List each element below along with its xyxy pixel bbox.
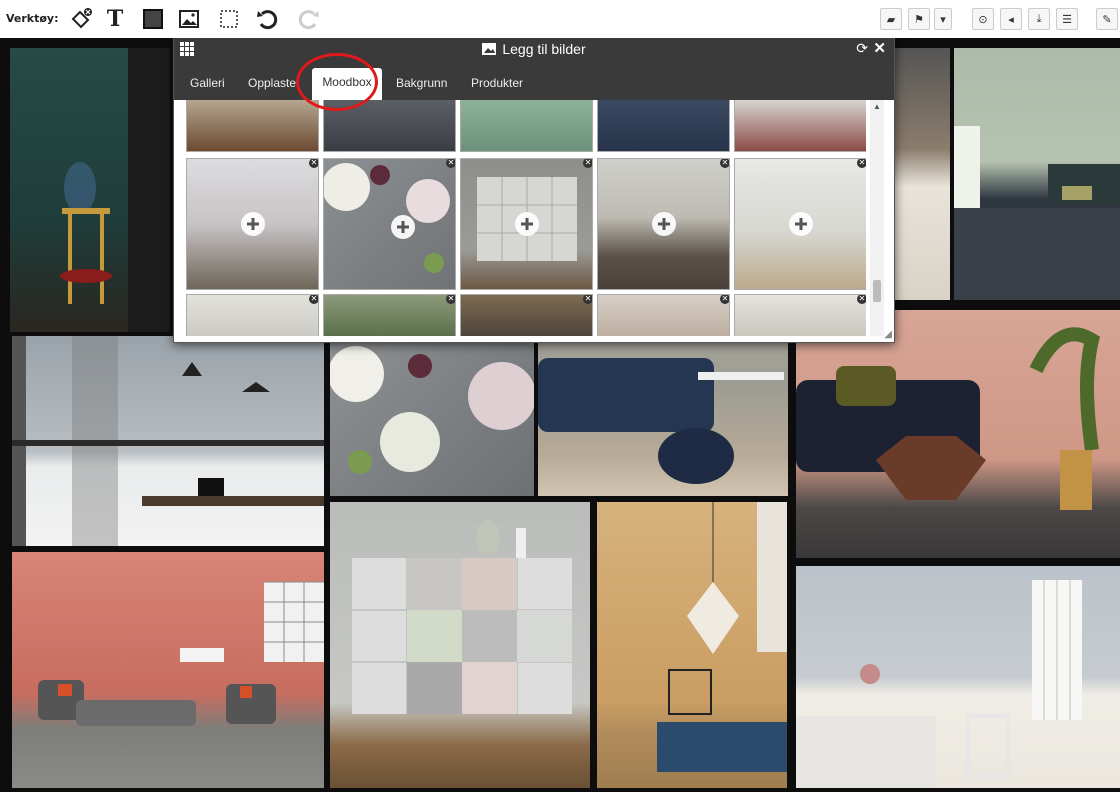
flag-icon[interactable]: ⚑ (908, 8, 930, 30)
download-icon[interactable]: ⤓ (1028, 8, 1050, 30)
add-images-dialog: Legg til bilder ⟳ ✕ Galleri Opplaste Moo… (173, 38, 895, 343)
remove-icon[interactable]: ✕ (309, 295, 318, 304)
open-folder-icon[interactable]: ▰ (880, 8, 902, 30)
add-image-icon[interactable] (240, 212, 265, 236)
dropdown-icon[interactable]: ▾ (934, 8, 952, 30)
remove-icon[interactable]: ✕ (720, 159, 729, 168)
paint-bucket-icon[interactable] (68, 6, 94, 32)
image-pink-lounge-copper-table[interactable] (796, 310, 1120, 558)
dialog-tabs: Galleri Opplaste Moodbox Bakgrunn Produk… (174, 62, 894, 100)
grid-thumb[interactable] (597, 100, 730, 152)
refresh-icon[interactable]: ⟳ (856, 40, 868, 57)
grid-thumb[interactable]: ✕ (186, 158, 319, 290)
add-image-icon[interactable] (651, 212, 676, 236)
edit-icon[interactable]: ✎ (1096, 8, 1118, 30)
image-grey-dining-room[interactable] (12, 336, 324, 546)
image-navy-sofa[interactable] (538, 336, 788, 496)
image-icon[interactable] (176, 6, 202, 32)
send-icon[interactable]: ◂ (1000, 8, 1022, 30)
dialog-scrollbar[interactable]: ▲ (870, 100, 884, 336)
image-grid: ✕ ✕ ✕ ✕ ✕ ✕ ✕ ✕ ✕ ✕ (184, 100, 866, 336)
circle-icon[interactable]: ⊙ (972, 8, 994, 30)
dialog-title-text: Legg til bilder (502, 41, 586, 57)
rectangle-icon[interactable] (140, 6, 166, 32)
grid-thumb[interactable]: ✕ (734, 294, 866, 336)
tab-galleri[interactable]: Galleri (190, 76, 225, 90)
image-yellow-room-lamp[interactable] (597, 502, 787, 788)
tab-opplaste[interactable]: Opplaste (248, 76, 296, 90)
grid-thumb[interactable]: ✕ (323, 158, 456, 290)
image-icon (482, 43, 497, 55)
add-image-icon[interactable] (390, 214, 415, 239)
highlight-ring (296, 53, 378, 111)
close-icon[interactable]: ✕ (873, 39, 886, 57)
tab-produkter[interactable]: Produkter (471, 76, 523, 90)
image-green-room-bar-cart[interactable] (10, 48, 170, 332)
grid-thumb[interactable] (460, 100, 593, 152)
remove-icon[interactable]: ✕ (309, 159, 318, 168)
redo-icon[interactable] (296, 6, 322, 32)
scroll-up-icon[interactable]: ▲ (873, 102, 881, 111)
remove-icon[interactable]: ✕ (446, 295, 455, 304)
tools-label: Verktøy: (6, 12, 59, 25)
grid-thumb[interactable]: ✕ (597, 158, 730, 290)
scroll-thumb[interactable] (873, 280, 881, 302)
dialog-title: Legg til bilder (174, 41, 894, 57)
image-book-pages[interactable] (892, 48, 950, 300)
image-white-dining-table[interactable] (796, 566, 1120, 788)
image-green-bedroom[interactable] (954, 48, 1120, 300)
image-paint-cans-top[interactable] (330, 336, 534, 496)
remove-icon[interactable]: ✕ (583, 295, 592, 304)
remove-icon[interactable]: ✕ (857, 295, 866, 304)
select-icon[interactable] (216, 6, 242, 32)
image-cabinet-wall[interactable] (330, 502, 590, 788)
add-image-icon[interactable] (788, 212, 813, 236)
grid-thumb[interactable]: ✕ (460, 158, 593, 290)
text-icon[interactable]: T (102, 6, 128, 32)
remove-icon[interactable]: ✕ (583, 159, 592, 168)
remove-icon[interactable]: ✕ (720, 295, 729, 304)
dialog-titlebar[interactable]: Legg til bilder ⟳ ✕ (174, 38, 894, 62)
grid-thumb[interactable]: ✕ (186, 294, 319, 336)
grid-thumb[interactable] (734, 100, 866, 152)
grid-thumb[interactable] (186, 100, 319, 152)
add-image-icon[interactable] (514, 212, 539, 236)
list-icon[interactable]: ☰ (1056, 8, 1078, 30)
grid-thumb[interactable]: ✕ (597, 294, 730, 336)
moodboard-canvas[interactable]: Legg til bilder ⟳ ✕ Galleri Opplaste Moo… (0, 38, 1120, 792)
remove-icon[interactable]: ✕ (857, 159, 866, 168)
toolbar: Verktøy: T ▰ ⚑ ▾ ⊙ ◂ ⤓ ☰ ✎ (0, 0, 1120, 38)
image-pink-living-room[interactable] (12, 552, 324, 788)
remove-icon[interactable]: ✕ (446, 159, 455, 168)
grid-thumb[interactable]: ✕ (460, 294, 593, 336)
tab-bakgrunn[interactable]: Bakgrunn (396, 76, 447, 90)
undo-icon[interactable] (254, 6, 280, 32)
grid-thumb[interactable]: ✕ (734, 158, 866, 290)
grid-thumb[interactable]: ✕ (323, 294, 456, 336)
resize-handle-icon[interactable]: ◢ (884, 329, 892, 340)
